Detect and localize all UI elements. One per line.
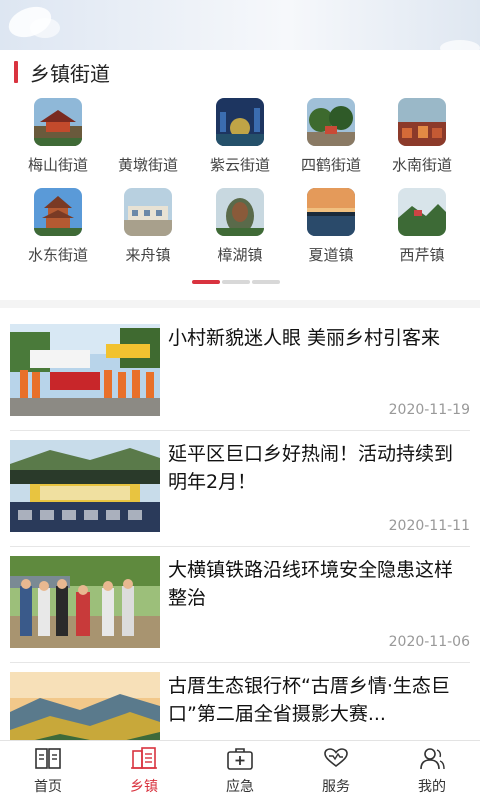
news-thumbnail bbox=[10, 440, 160, 532]
first-aid-kit-icon bbox=[227, 747, 253, 770]
news-item[interactable]: 小村新貌迷人眼 美丽乡村引客来 2020-11-19 bbox=[10, 320, 470, 424]
town-item[interactable]: 水东街道 bbox=[10, 188, 106, 265]
news-item[interactable]: 延平区巨口乡好热闹！活动持续到明年2月！ 2020-11-11 bbox=[10, 436, 470, 540]
news-title: 延平区巨口乡好热闹！活动持续到明年2月！ bbox=[168, 443, 454, 493]
town-grid: 梅山街道 黄墩街道 紫云街道 四鹤街道 水南街道 水东街道 来舟镇 樟湖镇 夏道… bbox=[0, 96, 480, 266]
section-accent-bar bbox=[14, 61, 18, 83]
tab-label: 应急 bbox=[226, 778, 254, 795]
town-name: 紫云街道 bbox=[209, 156, 270, 174]
town-name: 四鹤街道 bbox=[300, 156, 361, 174]
bottom-tab-bar: 首页 乡镇 应急 服务 我的 bbox=[0, 740, 480, 800]
town-thumbnail bbox=[307, 188, 355, 236]
top-banner bbox=[0, 0, 480, 50]
town-name: 来舟镇 bbox=[125, 246, 171, 264]
town-name: 水东街道 bbox=[27, 246, 88, 264]
town-icon bbox=[131, 746, 157, 769]
heart-hands-icon bbox=[324, 747, 348, 767]
town-name: 水南街道 bbox=[391, 156, 452, 174]
news-thumbnail bbox=[10, 556, 160, 648]
town-name: 夏道镇 bbox=[308, 246, 354, 264]
news-title: 小村新貌迷人眼 美丽乡村引客来 bbox=[168, 327, 441, 349]
news-item[interactable]: 大横镇铁路沿线环境安全隐患这样整治 2020-11-06 bbox=[10, 552, 470, 656]
tab-mine[interactable]: 我的 bbox=[384, 741, 480, 800]
town-name: 黄墩街道 bbox=[117, 156, 178, 174]
tab-label: 我的 bbox=[418, 778, 446, 795]
pager-dot[interactable] bbox=[222, 280, 250, 284]
section-divider bbox=[0, 300, 480, 308]
tab-label: 服务 bbox=[322, 778, 350, 795]
town-item[interactable]: 水南街道 bbox=[374, 98, 470, 175]
tab-home[interactable]: 首页 bbox=[0, 741, 96, 800]
town-item[interactable]: 梅山街道 bbox=[10, 98, 106, 175]
news-separator bbox=[10, 662, 470, 663]
town-thumbnail bbox=[216, 98, 264, 146]
news-date: 2020-11-19 bbox=[388, 402, 470, 418]
news-title: 古厝生态银行杯“古厝乡情·生态巨口”第二届全省摄影大赛... bbox=[168, 675, 450, 725]
user-icon bbox=[420, 747, 445, 769]
town-item[interactable]: 樟湖镇 bbox=[192, 188, 288, 265]
town-name: 西芹镇 bbox=[399, 246, 445, 264]
town-item[interactable]: 紫云街道 bbox=[192, 98, 288, 175]
tab-emergency[interactable]: 应急 bbox=[192, 741, 288, 800]
town-thumbnail-empty bbox=[124, 98, 172, 146]
town-thumbnail bbox=[216, 188, 264, 236]
town-item[interactable]: 西芹镇 bbox=[374, 188, 470, 265]
town-thumbnail bbox=[398, 98, 446, 146]
carousel-pager bbox=[192, 280, 280, 284]
town-name: 樟湖镇 bbox=[217, 246, 263, 264]
section-title: 乡镇街道 bbox=[30, 61, 110, 86]
news-date: 2020-11-06 bbox=[388, 634, 470, 650]
pager-dot[interactable] bbox=[252, 280, 280, 284]
town-thumbnail bbox=[307, 98, 355, 146]
town-item[interactable]: 夏道镇 bbox=[283, 188, 379, 265]
town-item[interactable]: 来舟镇 bbox=[100, 188, 196, 265]
town-name: 梅山街道 bbox=[27, 156, 88, 174]
news-thumbnail bbox=[10, 324, 160, 416]
town-thumbnail bbox=[34, 188, 82, 236]
news-date: 2020-11-11 bbox=[388, 518, 470, 534]
section-header: 乡镇街道 bbox=[0, 52, 480, 92]
tab-town[interactable]: 乡镇 bbox=[96, 741, 192, 800]
tab-label: 首页 bbox=[34, 778, 62, 795]
news-separator bbox=[10, 430, 470, 431]
town-thumbnail bbox=[398, 188, 446, 236]
tab-label: 乡镇 bbox=[130, 778, 158, 795]
news-title: 大横镇铁路沿线环境安全隐患这样整治 bbox=[168, 559, 454, 609]
book-icon bbox=[35, 747, 61, 769]
news-separator bbox=[10, 546, 470, 547]
town-item[interactable]: 四鹤街道 bbox=[283, 98, 379, 175]
town-thumbnail bbox=[124, 188, 172, 236]
town-item[interactable]: 黄墩街道 bbox=[100, 98, 196, 175]
town-thumbnail bbox=[34, 98, 82, 146]
pager-dot-active[interactable] bbox=[192, 280, 220, 284]
tab-service[interactable]: 服务 bbox=[288, 741, 384, 800]
